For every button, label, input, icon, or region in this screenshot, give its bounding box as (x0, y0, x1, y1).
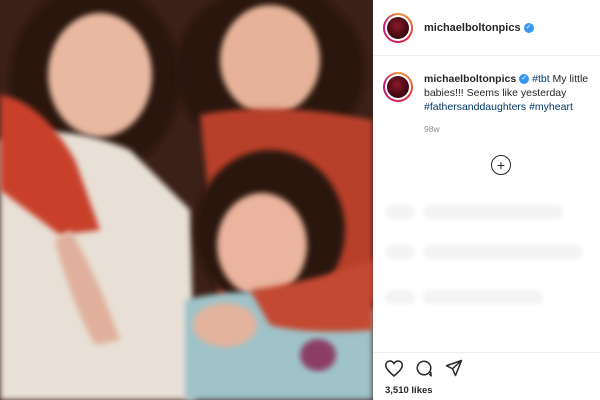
action-icons (385, 359, 600, 377)
caption-username[interactable]: michaelboltonpics (424, 73, 516, 85)
post-actions-bar: 3,510 likes (373, 352, 600, 400)
avatar[interactable] (383, 12, 413, 43)
heart-icon[interactable] (385, 359, 403, 377)
blurred-placeholder (385, 245, 415, 259)
post-photo[interactable] (0, 0, 373, 400)
post-header: michaelboltonpics ✓ (373, 0, 600, 56)
blurred-placeholder (423, 245, 583, 259)
family-photo-image (0, 0, 373, 400)
hashtag-myheart[interactable]: #myheart (529, 101, 573, 113)
post-timestamp: 98w (424, 124, 440, 134)
hashtag-tbt[interactable]: #tbt (532, 73, 550, 85)
blurred-placeholder (423, 205, 563, 219)
hashtag-fathersanddaughters[interactable]: #fathersanddaughters (424, 101, 526, 113)
caption-body: michaelboltonpics ✓ #tbt My little babies… (424, 72, 593, 136)
blurred-placeholder (385, 290, 415, 304)
verified-badge-icon: ✓ (523, 22, 534, 33)
share-icon[interactable] (445, 359, 463, 377)
caption-comment: michaelboltonpics ✓ #tbt My little babies… (383, 72, 593, 136)
likes-count[interactable]: 3,510 likes (385, 385, 600, 396)
avatar-image (387, 16, 409, 39)
blurred-placeholder (385, 205, 415, 219)
load-more-comments-button[interactable]: + (491, 155, 511, 175)
comment-icon[interactable] (415, 359, 433, 377)
blurred-placeholder (423, 290, 543, 304)
caption-avatar[interactable] (383, 72, 413, 102)
post-side-panel: michaelboltonpics ✓ michaelboltonpics ✓ #… (373, 0, 600, 400)
caption-verified-badge-icon: ✓ (519, 74, 530, 85)
header-username[interactable]: michaelboltonpics (424, 22, 521, 34)
